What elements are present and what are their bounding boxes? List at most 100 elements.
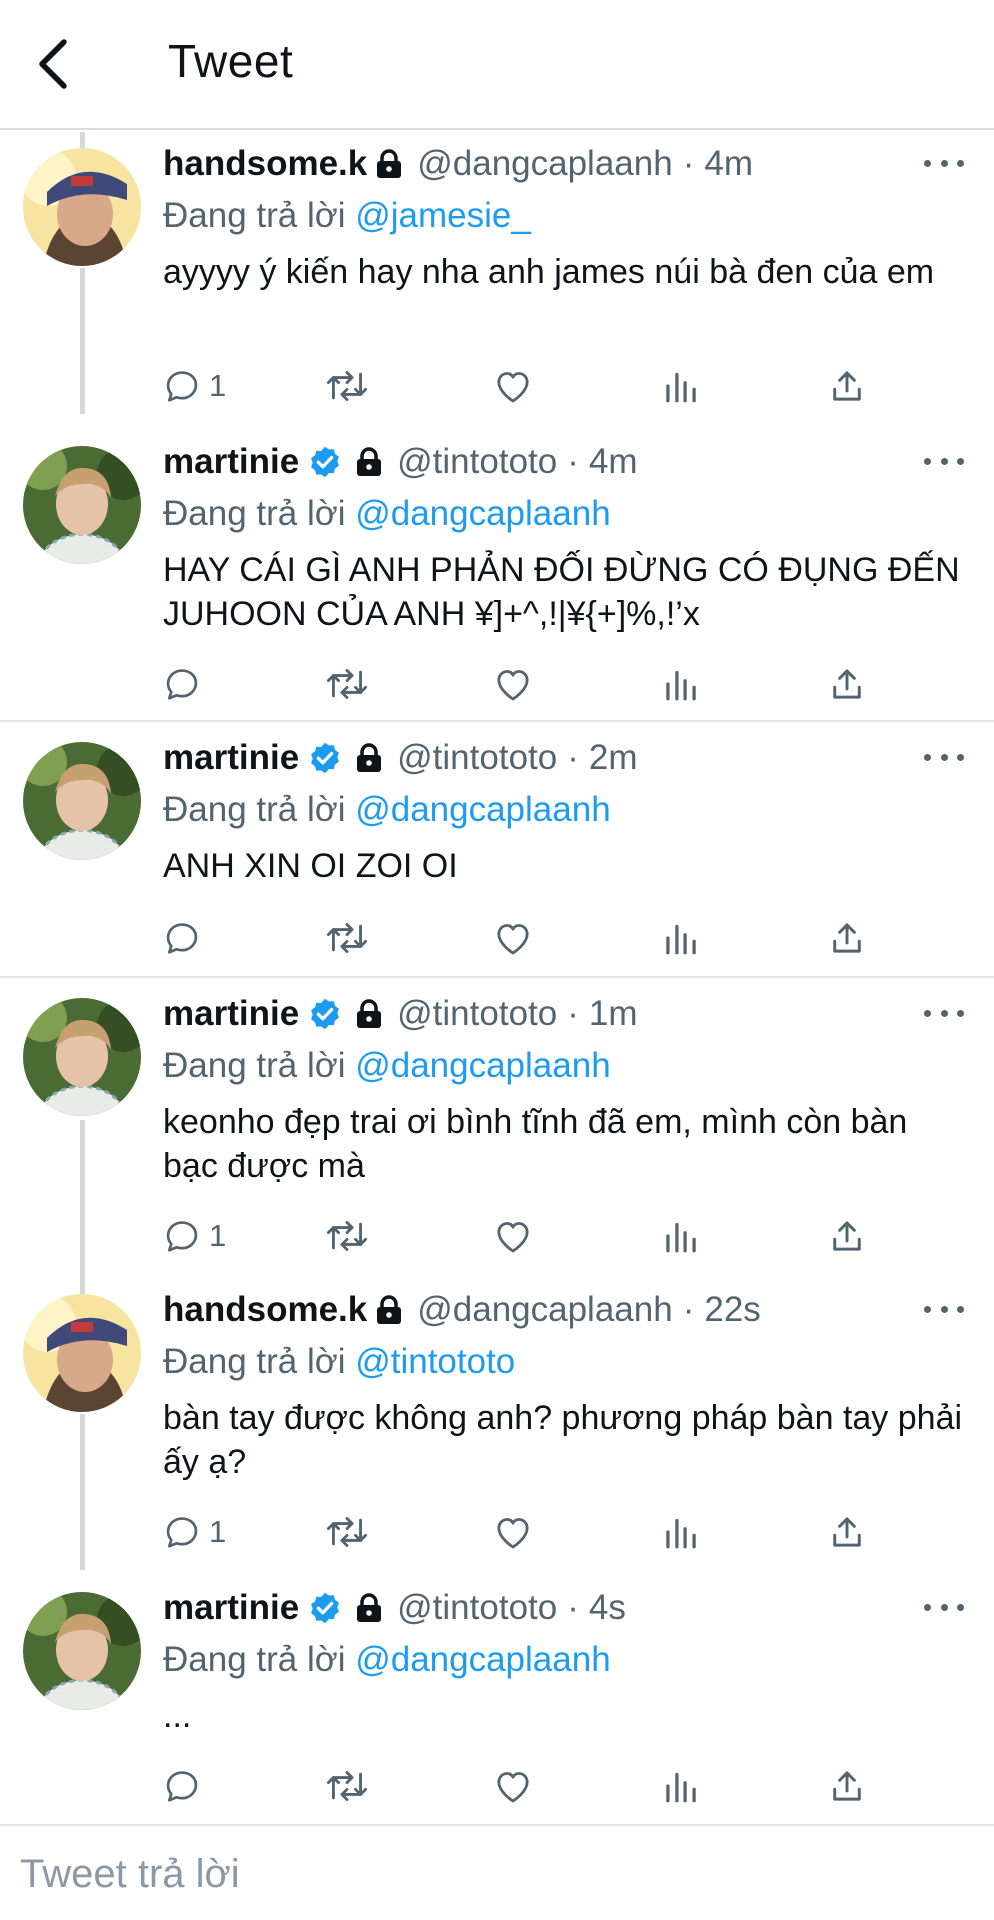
reply-button[interactable]: 1 — [163, 364, 226, 408]
mention-link[interactable]: @tintototo — [355, 1342, 515, 1381]
display-name[interactable]: martinie — [163, 994, 299, 1034]
tweet[interactable]: handsome.k @dangcaplaanh · 4m Đang trả l… — [0, 132, 994, 414]
share-button[interactable] — [829, 364, 865, 408]
lock-icon — [355, 447, 383, 477]
retweet-button[interactable] — [325, 364, 369, 408]
timestamp[interactable]: 4m — [704, 144, 753, 184]
user-handle[interactable]: @tintototo — [397, 442, 557, 482]
share-button[interactable] — [829, 662, 865, 706]
heart-icon — [497, 670, 529, 701]
separator-dot: · — [682, 1290, 695, 1329]
like-button[interactable] — [493, 662, 533, 706]
display-name[interactable]: martinie — [163, 442, 299, 482]
like-button[interactable] — [493, 1764, 533, 1808]
reply-button[interactable]: 1 — [163, 1214, 226, 1258]
analytics-button[interactable] — [663, 1764, 699, 1808]
back-button[interactable] — [30, 36, 80, 92]
like-button[interactable] — [493, 364, 533, 408]
reply-button[interactable] — [163, 916, 209, 960]
timestamp[interactable]: 4s — [589, 1588, 626, 1628]
tweet[interactable]: martinie @tintototo · 4m Đang trả lời @d… — [0, 430, 994, 722]
avatar[interactable] — [23, 1592, 141, 1710]
share-button[interactable] — [829, 1764, 865, 1808]
reply-button[interactable]: 1 — [163, 1510, 226, 1554]
like-button[interactable] — [493, 916, 533, 960]
share-button[interactable] — [829, 916, 865, 960]
user-handle[interactable]: @tintototo — [397, 738, 557, 778]
retweet-icon — [326, 1771, 368, 1801]
mention-link[interactable]: @dangcaplaanh — [355, 1046, 610, 1085]
tweet[interactable]: martinie @tintototo · 4s Đang trả lời @d… — [0, 1570, 994, 1822]
mention-link[interactable]: @dangcaplaanh — [355, 494, 610, 533]
user-handle[interactable]: @dangcaplaanh — [417, 144, 672, 184]
avatar[interactable] — [23, 148, 141, 266]
retweet-button[interactable] — [325, 1214, 369, 1258]
reply-button[interactable] — [163, 662, 209, 706]
display-name[interactable]: handsome.k — [163, 1290, 367, 1330]
avatar[interactable] — [23, 742, 141, 860]
mention-link[interactable]: @jamesie_ — [355, 196, 531, 235]
heart-icon — [497, 1222, 529, 1253]
avatar[interactable] — [23, 1294, 141, 1412]
replying-label: Đang trả lời — [163, 196, 346, 235]
reply-count: 1 — [209, 1514, 227, 1549]
retweet-button[interactable] — [325, 662, 369, 706]
more-options-button[interactable] — [924, 148, 964, 178]
analytics-button[interactable] — [663, 1214, 699, 1258]
heart-icon — [497, 372, 529, 403]
verified-badge-icon — [307, 444, 343, 480]
like-button[interactable] — [493, 1510, 533, 1554]
page-title: Tweet — [168, 35, 294, 87]
user-handle[interactable]: @tintototo — [397, 1588, 557, 1628]
more-options-button[interactable] — [924, 742, 964, 772]
share-icon — [833, 1771, 861, 1801]
replying-to: Đang trả lời @jamesie_ — [163, 196, 531, 236]
tweet-text: ... — [163, 1697, 192, 1735]
display-name[interactable]: martinie — [163, 738, 299, 778]
retweet-button[interactable] — [325, 916, 369, 960]
avatar[interactable] — [23, 446, 141, 564]
share-button[interactable] — [829, 1214, 865, 1258]
display-name[interactable]: martinie — [163, 1588, 299, 1628]
timestamp[interactable]: 22s — [704, 1290, 760, 1330]
timestamp[interactable]: 2m — [589, 738, 638, 778]
timestamp[interactable]: 4m — [589, 442, 638, 482]
more-options-button[interactable] — [924, 1294, 964, 1324]
retweet-button[interactable] — [325, 1764, 369, 1808]
more-options-button[interactable] — [924, 446, 964, 476]
top-bar: Tweet — [0, 0, 994, 130]
mention-link[interactable]: @dangcaplaanh — [355, 790, 610, 829]
timestamp[interactable]: 1m — [589, 994, 638, 1034]
reply-input[interactable] — [18, 1840, 962, 1908]
tweet[interactable]: martinie @tintototo · 1m Đang trả lời @d… — [0, 980, 994, 1274]
user-handle[interactable]: @tintototo — [397, 994, 557, 1034]
analytics-button[interactable] — [663, 916, 699, 960]
display-name[interactable]: handsome.k — [163, 144, 367, 184]
separator-dot: · — [567, 994, 579, 1033]
avatar[interactable] — [23, 998, 141, 1116]
tweet[interactable]: martinie @tintototo · 2m Đang trả lời @d… — [0, 724, 994, 978]
tweet[interactable]: handsome.k @dangcaplaanh · 22s Đang trả … — [0, 1274, 994, 1570]
tweet-text: HAY CÁI GÌ ANH PHẢN ĐỐI ĐỪNG CÓ ĐỤNG ĐẾN… — [163, 551, 960, 633]
share-button[interactable] — [829, 1510, 865, 1554]
replying-label: Đang trả lời — [163, 790, 346, 829]
heart-icon — [497, 1518, 529, 1549]
replying-to: Đang trả lời @dangcaplaanh — [163, 494, 611, 534]
tweet-actions — [163, 1764, 883, 1808]
analytics-button[interactable] — [663, 364, 699, 408]
verified-badge-icon — [307, 1590, 343, 1626]
retweet-button[interactable] — [325, 1510, 369, 1554]
replying-label: Đang trả lời — [163, 494, 346, 533]
more-options-button[interactable] — [924, 1592, 964, 1622]
user-handle[interactable]: @dangcaplaanh — [417, 1290, 672, 1330]
tweet-actions — [163, 662, 883, 706]
like-button[interactable] — [493, 1214, 533, 1258]
reply-button[interactable] — [163, 1764, 209, 1808]
more-options-button[interactable] — [924, 998, 964, 1028]
analytics-button[interactable] — [663, 662, 699, 706]
tweet-actions — [163, 916, 883, 960]
tweet-text: bàn tay được không anh? phương pháp bàn … — [163, 1399, 963, 1481]
bar-chart-icon — [666, 372, 696, 403]
mention-link[interactable]: @dangcaplaanh — [355, 1640, 610, 1679]
analytics-button[interactable] — [663, 1510, 699, 1554]
